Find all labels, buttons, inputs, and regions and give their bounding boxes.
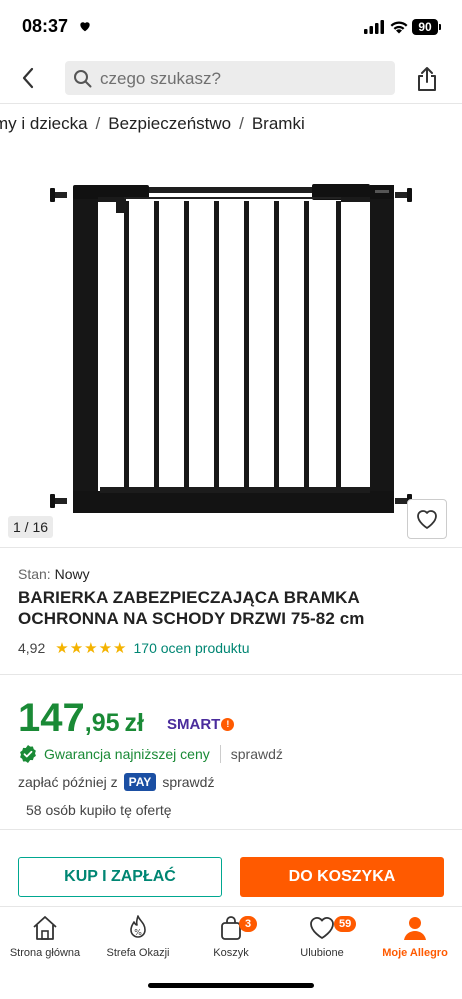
nav-item-home[interactable]: Strona główna [0,913,90,969]
buy-now-button[interactable]: KUP I ZAPŁAĆ [18,857,222,897]
pay-later-check-link[interactable]: sprawdź [162,774,214,790]
smart-label: SMART [167,716,221,733]
nav-label: Koszyk [213,947,249,959]
share-icon [418,67,436,91]
nav-item-cart[interactable]: Koszyk 3 [186,913,276,969]
price-integer: 147 [18,696,85,740]
add-to-favorites-button[interactable] [407,499,447,539]
share-button[interactable] [410,62,444,96]
breadcrumb-separator: / [239,114,244,133]
clock: 08:37 [22,16,69,36]
product-rating[interactable]: 4,92 ★★★★★ 170 ocen produktu [18,638,249,658]
guarantee-text: Gwarancja najniższej ceny [44,746,210,762]
price-currency: zł [124,709,144,737]
pay-later-text: zapłać później z [18,774,118,790]
nav-item-my-allegro[interactable]: Moje Allegro [370,913,460,969]
price: 147 ,95 zł [18,696,144,741]
rating-count-link[interactable]: 170 ocen produktu [134,640,250,656]
deals-icon: % [130,915,146,938]
search-placeholder: czego szukasz? [100,69,221,88]
pay-later-info: zapłać później z PAY sprawdź [18,773,214,791]
signal-icon [364,20,384,34]
chevron-left-icon [22,67,34,89]
condition-label: Stan: [18,566,51,582]
top-bar: czego szukasz? [0,52,462,104]
divider [219,745,221,763]
back-button[interactable] [12,62,44,94]
product-image [50,184,412,513]
cart-count-badge: 3 [239,916,257,932]
divider [0,829,462,830]
guarantee-check-link[interactable]: sprawdź [231,746,283,762]
favorites-count-badge: 59 [334,916,357,932]
smart-badge[interactable]: SMART ! [167,716,235,733]
product-gallery[interactable]: 1 / 16 [0,145,462,540]
user-icon [404,917,426,940]
search-input[interactable]: czego szukasz? [65,61,395,95]
add-to-cart-button[interactable]: DO KOSZYKA [240,857,444,897]
battery-level: 90 [412,19,438,35]
breadcrumb: my i dziecka / Bezpieczeństwo / Bramki [0,114,462,138]
product-title: BARIERKA ZABEZPIECZAJĄCA BRAMKA OCHRONNA… [18,588,365,628]
search-icon [74,70,92,88]
nav-label: Ulubione [300,947,344,959]
divider [0,674,462,675]
breadcrumb-item[interactable]: my i dziecka [0,114,88,134]
star-rating-icon: ★★★★★ [55,640,128,657]
divider [0,547,462,548]
price-decimal: ,95 [84,709,120,737]
status-bar: 08:37 90 [0,0,462,52]
home-indicator[interactable] [148,983,314,988]
breadcrumb-separator: / [95,114,101,133]
heart-icon [310,917,334,939]
wifi-icon [390,21,408,34]
nav-label: Strona główna [9,947,81,959]
nav-label: Strefa Okazji [106,947,170,959]
product-condition: Stan: Nowy [18,566,90,582]
nav-item-favorites[interactable]: Ulubione 59 [277,913,367,969]
nav-label: Moje Allegro [382,947,448,959]
heart-outline-icon [417,510,437,529]
purchase-count: 58 osób kupiło tę ofertę [26,802,172,818]
rating-value: 4,92 [18,640,46,656]
battery-tip [439,24,441,30]
lowest-price-guarantee: Gwarancja najniższej ceny sprawdź [18,744,283,764]
home-icon [33,916,57,940]
breadcrumb-item[interactable]: Bezpieczeństwo [108,114,231,134]
image-counter: 1 / 16 [8,516,53,538]
pay-badge: PAY [123,773,157,791]
smart-info-icon: ! [221,718,235,731]
guarantee-badge-icon [20,745,36,763]
breadcrumb-item[interactable]: Bramki [252,114,305,134]
condition-value: Nowy [54,566,90,582]
nav-item-deals[interactable]: % Strefa Okazji [93,913,183,969]
svg-text:%: % [134,928,142,937]
heart-status-icon [80,22,90,32]
